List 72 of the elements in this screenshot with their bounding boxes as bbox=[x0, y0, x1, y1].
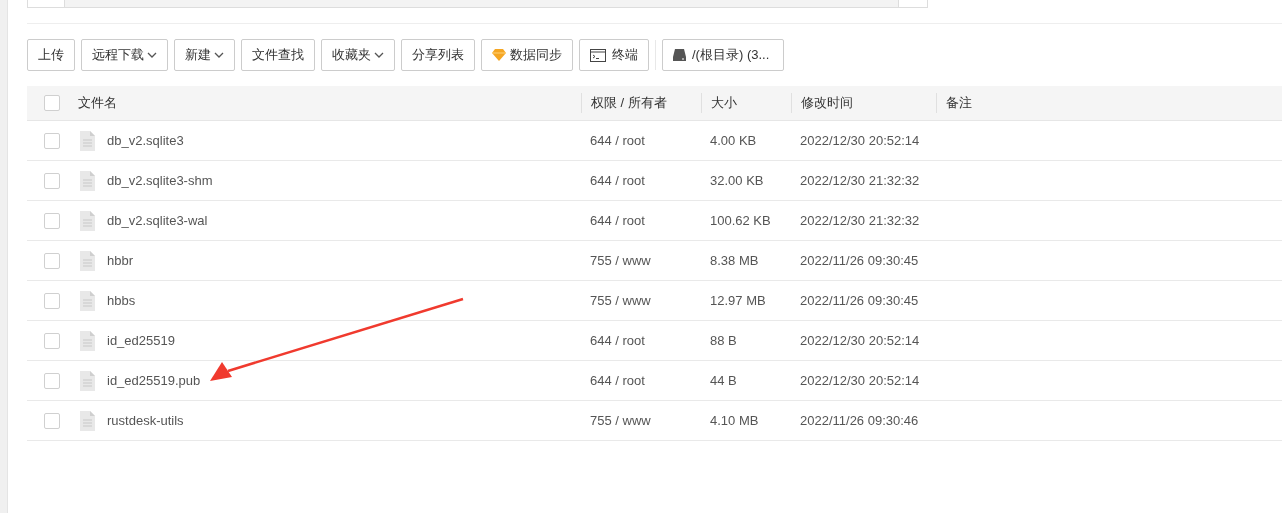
size-text: 4.00 KB bbox=[710, 132, 757, 148]
modified-time: 2022/12/30 20:52:14 bbox=[800, 332, 920, 348]
column-header[interactable]: 文件名 bbox=[78, 93, 117, 113]
size-text: 32.00 KB bbox=[710, 172, 764, 188]
toolbar-button[interactable]: 新建 bbox=[174, 39, 235, 71]
modified-time: 2022/11/26 09:30:45 bbox=[800, 292, 919, 308]
modified-time: 2022/12/30 20:52:14 bbox=[800, 372, 920, 388]
file-name[interactable]: hbbr bbox=[107, 250, 134, 271]
permission-text: 644 / root bbox=[590, 332, 645, 348]
row-checkbox[interactable] bbox=[43, 172, 60, 189]
disk-icon bbox=[673, 49, 686, 61]
toolbar-button[interactable]: 数据同步 bbox=[481, 39, 573, 71]
toolbar-button[interactable]: 分享列表 bbox=[401, 39, 475, 71]
caret-icon bbox=[374, 52, 384, 58]
file-icon bbox=[80, 330, 95, 351]
toolbar-button[interactable]: /(根目录) (3... bbox=[662, 39, 785, 71]
back-button[interactable] bbox=[27, 0, 65, 8]
file-name[interactable]: db_v2.sqlite3 bbox=[107, 130, 184, 151]
permission-text: 644 / root bbox=[590, 372, 645, 388]
file-icon bbox=[80, 210, 95, 231]
file-icon bbox=[80, 370, 95, 391]
refresh-button[interactable] bbox=[898, 0, 928, 8]
permission-text: 644 / root bbox=[590, 172, 645, 188]
file-icon bbox=[80, 290, 95, 311]
toolbar-button[interactable]: 终端 bbox=[579, 39, 649, 71]
file-name[interactable]: hbbs bbox=[107, 290, 136, 311]
permission-text: 644 / root bbox=[590, 212, 645, 228]
toolbar-button[interactable]: 文件查找 bbox=[241, 39, 315, 71]
gem-icon bbox=[492, 49, 506, 61]
column-header[interactable]: 备注 bbox=[946, 93, 972, 113]
file-name[interactable]: db_v2.sqlite3-wal bbox=[107, 210, 208, 231]
row-checkbox[interactable] bbox=[43, 252, 60, 269]
file-icon bbox=[80, 170, 95, 191]
permission-text: 644 / root bbox=[590, 132, 645, 148]
file-icon bbox=[80, 130, 95, 151]
permission-text: 755 / www bbox=[590, 412, 651, 428]
modified-time: 2022/12/30 21:32:32 bbox=[800, 172, 920, 188]
size-text: 12.97 MB bbox=[710, 292, 766, 308]
row-checkbox[interactable] bbox=[43, 292, 60, 309]
path-field[interactable] bbox=[65, 0, 898, 8]
caret-icon bbox=[147, 52, 157, 58]
size-text: 88 B bbox=[710, 332, 737, 348]
row-checkbox[interactable] bbox=[43, 372, 60, 389]
toolbar-button[interactable]: 收藏夹 bbox=[321, 39, 395, 71]
size-text: 8.38 MB bbox=[710, 252, 759, 268]
permission-text: 755 / www bbox=[590, 252, 651, 268]
modified-time: 2022/11/26 09:30:46 bbox=[800, 412, 919, 428]
column-header[interactable]: 大小 bbox=[711, 93, 737, 113]
size-text: 100.62 KB bbox=[710, 212, 771, 228]
file-name[interactable]: id_ed25519.pub bbox=[107, 370, 201, 391]
row-checkbox[interactable] bbox=[43, 132, 60, 149]
row-checkbox[interactable] bbox=[43, 212, 60, 229]
modified-time: 2022/11/26 09:30:45 bbox=[800, 252, 919, 268]
select-all-checkbox[interactable] bbox=[43, 95, 60, 111]
toolbar-button[interactable]: 上传 bbox=[27, 39, 75, 71]
file-icon bbox=[80, 250, 95, 271]
file-name[interactable]: rustdesk-utils bbox=[107, 410, 184, 431]
file-icon bbox=[80, 410, 95, 431]
row-checkbox[interactable] bbox=[43, 412, 60, 429]
permission-text: 755 / www bbox=[590, 292, 651, 308]
terminal-icon bbox=[590, 48, 606, 62]
file-name[interactable]: db_v2.sqlite3-shm bbox=[107, 170, 213, 191]
modified-time: 2022/12/30 21:32:32 bbox=[800, 212, 920, 228]
size-text: 44 B bbox=[710, 372, 737, 388]
size-text: 4.10 MB bbox=[710, 412, 759, 428]
column-header[interactable]: 权限 / 所有者 bbox=[591, 93, 667, 113]
file-name[interactable]: id_ed25519 bbox=[107, 330, 175, 351]
toolbar-button[interactable]: 远程下载 bbox=[81, 39, 168, 71]
modified-time: 2022/12/30 20:52:14 bbox=[800, 132, 920, 148]
caret-icon bbox=[214, 52, 224, 58]
row-checkbox[interactable] bbox=[43, 332, 60, 349]
column-header[interactable]: 修改时间 bbox=[801, 93, 853, 113]
